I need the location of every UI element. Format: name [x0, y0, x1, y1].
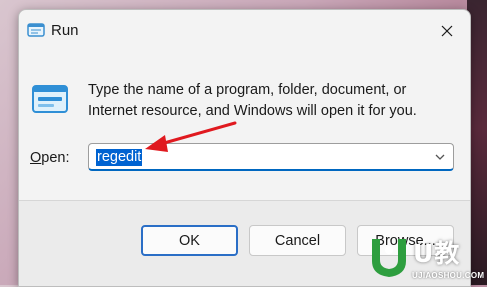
close-button[interactable] [424, 10, 470, 52]
watermark-logo-icon [372, 239, 406, 277]
ok-button[interactable]: OK [141, 225, 238, 256]
chevron-down-icon[interactable] [433, 150, 447, 164]
open-label: Open: [30, 150, 70, 166]
description-text: Type the name of a program, folder, docu… [88, 80, 458, 122]
open-combobox[interactable]: regedit [88, 143, 454, 171]
run-app-icon [32, 85, 68, 113]
title-bar[interactable]: Run [19, 10, 470, 52]
run-app-icon [27, 23, 45, 37]
window-title: Run [51, 22, 79, 39]
watermark-url: UJIAOSHOU.COM [412, 271, 485, 280]
cancel-button[interactable]: Cancel [249, 225, 346, 256]
close-icon [441, 25, 453, 37]
open-input-value[interactable]: regedit [96, 149, 143, 166]
open-label-accelerator: O [30, 150, 42, 166]
description-line-2: Internet resource, and Windows will open… [88, 103, 417, 119]
open-label-rest: pen: [41, 150, 70, 166]
watermark: U教 UJIAOSHOU.COM [366, 233, 487, 285]
watermark-brand: U教 [413, 239, 461, 268]
description-line-1: Type the name of a program, folder, docu… [88, 82, 407, 98]
